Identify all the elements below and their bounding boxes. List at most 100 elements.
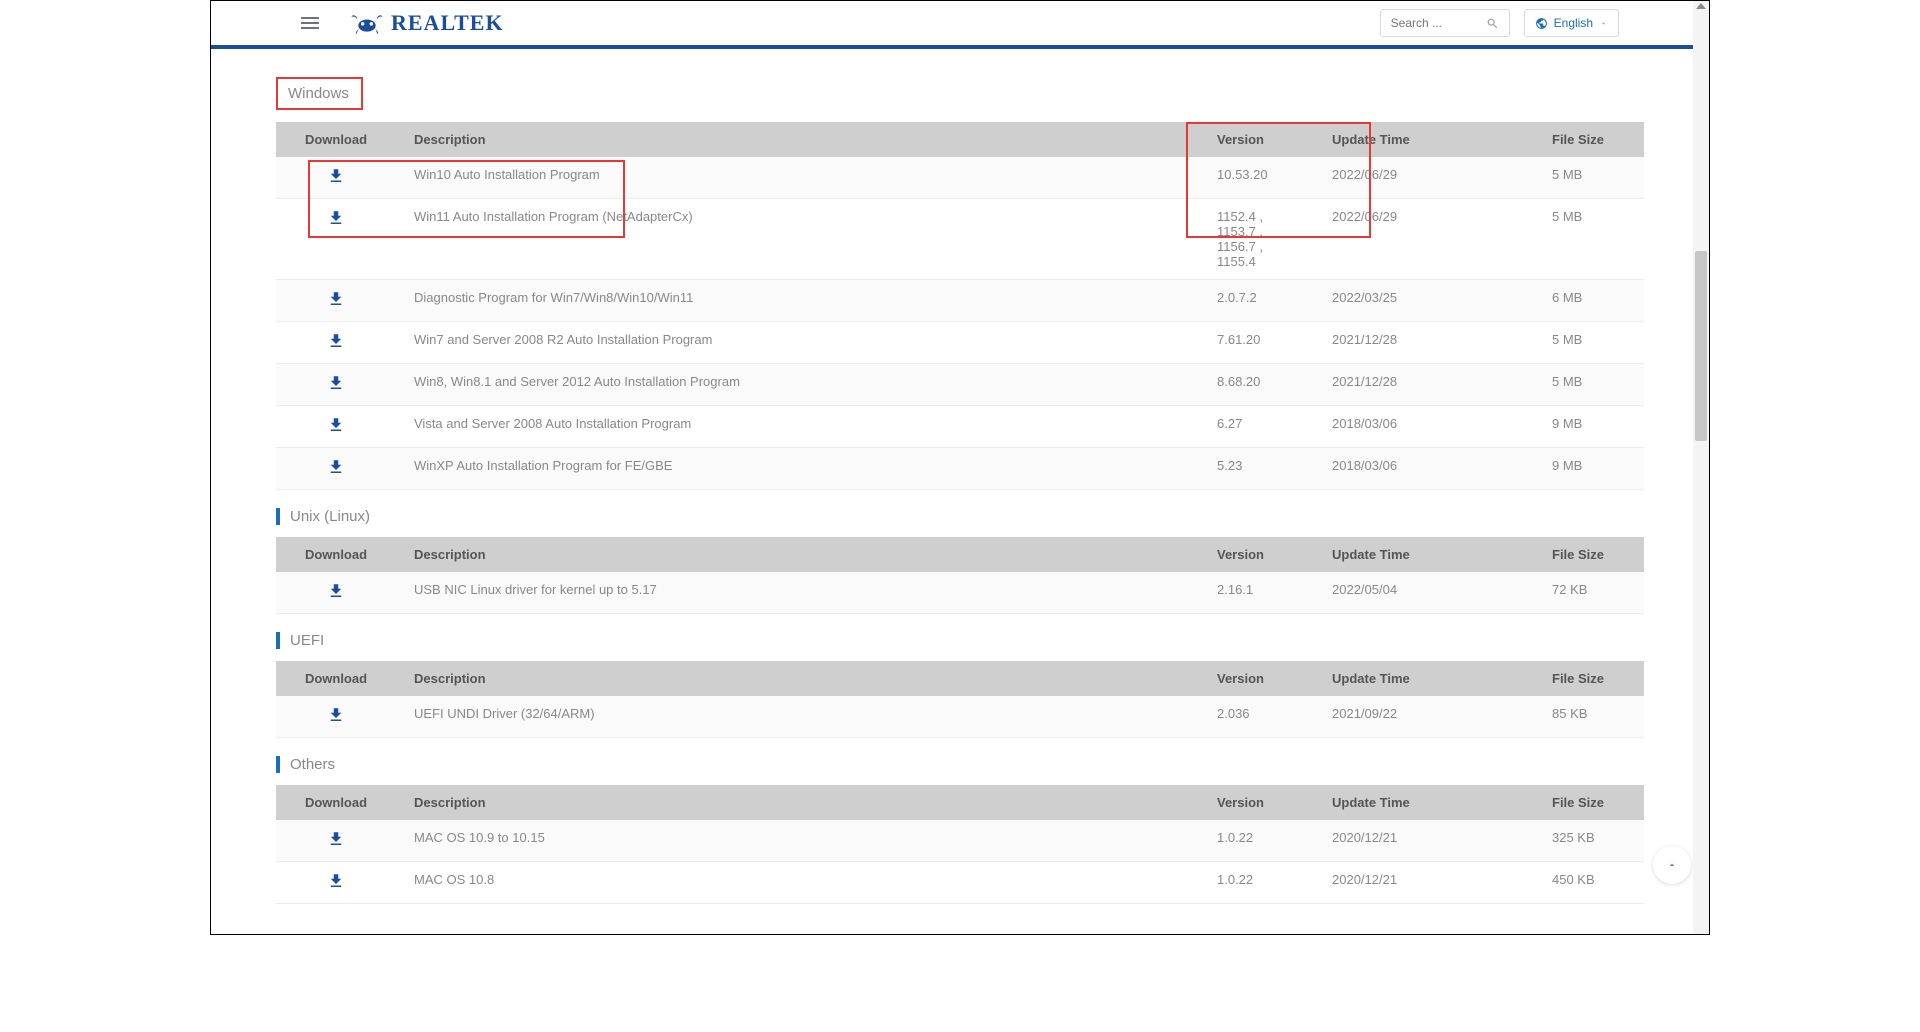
col-update: Update Time — [1314, 122, 1534, 157]
col-size: File Size — [1534, 537, 1644, 572]
size-cell: 9 MB — [1534, 448, 1644, 490]
update-cell: 2021/12/28 — [1314, 322, 1534, 364]
language-selector[interactable]: English — [1524, 9, 1619, 37]
size-cell: 5 MB — [1534, 322, 1644, 364]
version-cell: 8.68.20 — [1199, 364, 1314, 406]
table-row: MAC OS 10.81.0.222020/12/21450 KB — [276, 862, 1644, 904]
globe-icon — [1535, 17, 1548, 30]
download-cell[interactable] — [276, 280, 396, 322]
update-cell: 2021/12/28 — [1314, 364, 1534, 406]
col-description: Description — [396, 785, 1199, 820]
col-version: Version — [1199, 661, 1314, 696]
search-input[interactable] — [1391, 16, 1486, 30]
download-table: DownloadDescriptionVersionUpdate TimeFil… — [276, 122, 1644, 490]
download-icon[interactable] — [327, 209, 345, 227]
description-cell[interactable]: WinXP Auto Installation Program for FE/G… — [396, 448, 1199, 490]
col-size: File Size — [1534, 661, 1644, 696]
download-cell[interactable] — [276, 322, 396, 364]
download-icon[interactable] — [327, 167, 345, 185]
version-cell: 2.036 — [1199, 696, 1314, 738]
realtek-crab-icon — [349, 10, 385, 36]
col-download: Download — [276, 661, 396, 696]
description-cell[interactable]: Win7 and Server 2008 R2 Auto Installatio… — [396, 322, 1199, 364]
table-row: UEFI UNDI Driver (32/64/ARM)2.0362021/09… — [276, 696, 1644, 738]
download-icon[interactable] — [327, 458, 345, 476]
download-cell[interactable] — [276, 696, 396, 738]
update-cell: 2022/06/29 — [1314, 157, 1534, 199]
chevron-up-icon — [1666, 859, 1678, 871]
size-cell: 5 MB — [1534, 199, 1644, 280]
description-cell[interactable]: UEFI UNDI Driver (32/64/ARM) — [396, 696, 1199, 738]
update-cell: 2022/05/04 — [1314, 572, 1534, 614]
table-wrap-2: DownloadDescriptionVersionUpdate TimeFil… — [276, 661, 1644, 738]
col-version: Version — [1199, 785, 1314, 820]
download-cell[interactable] — [276, 199, 396, 280]
col-version: Version — [1199, 537, 1314, 572]
col-download: Download — [276, 785, 396, 820]
brand-logo[interactable]: REALTEK — [349, 10, 504, 36]
section-title: UEFI — [276, 632, 1644, 649]
col-update: Update Time — [1314, 785, 1534, 820]
description-cell[interactable]: Win10 Auto Installation Program — [396, 157, 1199, 199]
version-cell: 2.16.1 — [1199, 572, 1314, 614]
table-row: Win11 Auto Installation Program (NetAdap… — [276, 199, 1644, 280]
download-table: DownloadDescriptionVersionUpdate TimeFil… — [276, 661, 1644, 738]
update-cell: 2018/03/06 — [1314, 448, 1534, 490]
chevron-down-icon — [1599, 19, 1608, 28]
download-icon[interactable] — [327, 830, 345, 848]
download-icon[interactable] — [327, 872, 345, 890]
description-cell[interactable]: USB NIC Linux driver for kernel up to 5.… — [396, 572, 1199, 614]
table-row: Diagnostic Program for Win7/Win8/Win10/W… — [276, 280, 1644, 322]
download-cell[interactable] — [276, 364, 396, 406]
description-cell[interactable]: Win8, Win8.1 and Server 2012 Auto Instal… — [396, 364, 1199, 406]
description-cell[interactable]: Vista and Server 2008 Auto Installation … — [396, 406, 1199, 448]
search-box[interactable] — [1380, 9, 1510, 37]
col-update: Update Time — [1314, 537, 1534, 572]
col-size: File Size — [1534, 785, 1644, 820]
search-icon[interactable] — [1486, 17, 1499, 30]
col-download: Download — [276, 122, 396, 157]
download-icon[interactable] — [327, 332, 345, 350]
table-row: MAC OS 10.9 to 10.151.0.222020/12/21325 … — [276, 820, 1644, 862]
update-cell: 2022/03/25 — [1314, 280, 1534, 322]
download-table: DownloadDescriptionVersionUpdate TimeFil… — [276, 537, 1644, 614]
vertical-scrollbar[interactable] — [1693, 1, 1709, 934]
download-icon[interactable] — [327, 374, 345, 392]
table-row: USB NIC Linux driver for kernel up to 5.… — [276, 572, 1644, 614]
download-icon[interactable] — [327, 290, 345, 308]
download-icon[interactable] — [327, 706, 345, 724]
menu-button[interactable] — [301, 17, 319, 29]
scrollbar-thumb[interactable] — [1695, 251, 1707, 441]
description-cell[interactable]: MAC OS 10.9 to 10.15 — [396, 820, 1199, 862]
size-cell: 325 KB — [1534, 820, 1644, 862]
version-cell: 5.23 — [1199, 448, 1314, 490]
size-cell: 5 MB — [1534, 157, 1644, 199]
download-cell[interactable] — [276, 862, 396, 904]
table-row: WinXP Auto Installation Program for FE/G… — [276, 448, 1644, 490]
version-cell: 1.0.22 — [1199, 820, 1314, 862]
download-icon[interactable] — [327, 416, 345, 434]
download-cell[interactable] — [276, 157, 396, 199]
table-row: Win7 and Server 2008 R2 Auto Installatio… — [276, 322, 1644, 364]
download-table: DownloadDescriptionVersionUpdate TimeFil… — [276, 785, 1644, 904]
download-icon[interactable] — [327, 582, 345, 600]
description-cell[interactable]: Win11 Auto Installation Program (NetAdap… — [396, 199, 1199, 280]
table-row: Vista and Server 2008 Auto Installation … — [276, 406, 1644, 448]
version-cell: 7.61.20 — [1199, 322, 1314, 364]
scroll-to-top-button[interactable] — [1653, 846, 1691, 884]
download-cell[interactable] — [276, 406, 396, 448]
download-cell[interactable] — [276, 572, 396, 614]
download-cell[interactable] — [276, 820, 396, 862]
section-title: Others — [276, 756, 1644, 773]
description-cell[interactable]: Diagnostic Program for Win7/Win8/Win10/W… — [396, 280, 1199, 322]
download-cell[interactable] — [276, 448, 396, 490]
description-cell[interactable]: MAC OS 10.8 — [396, 862, 1199, 904]
update-cell: 2020/12/21 — [1314, 820, 1534, 862]
size-cell: 85 KB — [1534, 696, 1644, 738]
version-cell: 6.27 — [1199, 406, 1314, 448]
table-wrap-0: DownloadDescriptionVersionUpdate TimeFil… — [276, 122, 1644, 490]
size-cell: 450 KB — [1534, 862, 1644, 904]
col-download: Download — [276, 537, 396, 572]
update-cell: 2020/12/21 — [1314, 862, 1534, 904]
col-size: File Size — [1534, 122, 1644, 157]
